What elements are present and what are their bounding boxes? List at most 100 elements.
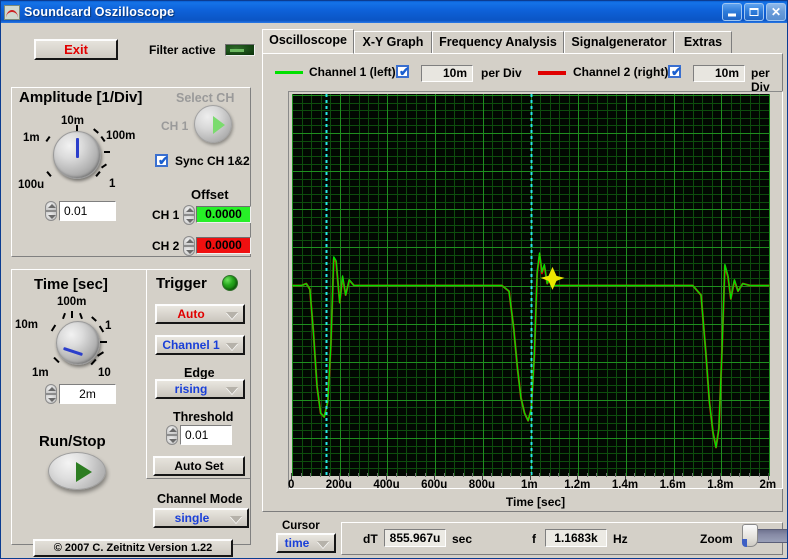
channel-mode-dropdown[interactable]: single <box>153 508 249 528</box>
channel1-enable-checkbox[interactable] <box>396 64 410 80</box>
window-title: Soundcard Oszilloscope <box>24 5 175 19</box>
x-axis-minor-tick <box>548 473 550 477</box>
time-value-field[interactable]: 2m <box>59 384 116 404</box>
channel-mode-value: single <box>174 511 210 525</box>
trigger-mode-dropdown[interactable]: Auto <box>155 304 245 324</box>
frequency-value[interactable]: 1.1683k <box>545 529 607 547</box>
x-axis-tick-label: 600u <box>421 479 448 491</box>
trigger-edge-dropdown[interactable]: rising <box>155 379 245 399</box>
time-knob[interactable] <box>56 321 100 365</box>
x-axis-tick-label: 1.4m <box>611 479 639 491</box>
x-axis-minor-tick <box>443 473 445 477</box>
x-axis-minor-tick <box>710 473 712 477</box>
maximize-button[interactable] <box>744 3 764 21</box>
time-knob-label-1m: 1m <box>32 367 49 379</box>
dt-label: dT <box>363 532 378 546</box>
amplitude-knob-label-1: 1 <box>109 178 116 190</box>
dt-value[interactable]: 855.967u <box>384 529 446 547</box>
x-axis-tick-label: 1.6m <box>659 479 686 491</box>
channel2-enable-checkbox[interactable] <box>668 64 682 80</box>
x-axis-tick-label: 1m <box>521 479 538 491</box>
run-stop-button[interactable] <box>48 452 106 490</box>
close-button[interactable]: ✕ <box>766 3 786 21</box>
select-ch-title: Select CH <box>176 91 235 105</box>
zoom-slider-thumb[interactable] <box>742 524 758 547</box>
amplitude-spinner[interactable] <box>45 201 57 221</box>
tab-extras[interactable]: Extras <box>674 31 732 54</box>
offset-ch1-spinner[interactable] <box>183 205 195 225</box>
amplitude-knob[interactable] <box>53 131 101 179</box>
channel2-color-swatch <box>538 71 566 75</box>
x-axis-minor-tick <box>539 473 540 477</box>
x-axis-minor-tick <box>357 473 359 477</box>
waveform-graph[interactable] <box>288 91 783 489</box>
app-waveform-icon <box>4 4 20 20</box>
minimize-button[interactable] <box>722 3 742 21</box>
x-axis-minor-tick <box>424 473 426 477</box>
x-axis-minor-tick <box>586 473 588 477</box>
offset-ch1-label: CH 1 <box>152 208 180 222</box>
time-knob-label-10: 10 <box>98 367 111 379</box>
select-ch-value: CH 1 <box>161 119 189 133</box>
offset-ch1-value[interactable]: 0.0000 <box>196 206 251 223</box>
x-axis-minor-tick <box>653 473 655 477</box>
channel2-per-div-value[interactable]: 10m <box>693 65 745 82</box>
trigger-mode-value: Auto <box>177 307 205 321</box>
tab-frequency-analysis[interactable]: Frequency Analysis <box>432 31 564 54</box>
zoom-label: Zoom <box>700 532 733 546</box>
x-axis-minor-tick <box>453 473 455 477</box>
x-axis-tick-label: 0 <box>288 479 295 491</box>
amplitude-knob-label-100u: 100u <box>18 179 45 191</box>
waveform-canvas[interactable] <box>292 94 770 476</box>
knob-tick <box>100 341 107 343</box>
x-axis-minor-tick <box>596 473 598 477</box>
channel1-color-swatch <box>275 71 303 74</box>
filter-active-led <box>225 44 255 56</box>
auto-set-button[interactable]: Auto Set <box>153 456 245 476</box>
x-axis-tick-label: 800u <box>468 479 496 491</box>
x-axis-minor-tick <box>405 473 407 477</box>
chevron-down-icon <box>230 516 242 523</box>
x-axis-minor-tick <box>300 473 302 477</box>
trigger-threshold-spinner[interactable] <box>166 425 178 445</box>
trigger-edge-value: rising <box>174 382 208 396</box>
channel1-per-div-label: per Div <box>481 66 522 80</box>
x-axis-minor-tick <box>348 473 350 477</box>
time-spinner[interactable] <box>45 384 57 404</box>
trigger-source-dropdown[interactable]: Channel 1 <box>155 335 245 355</box>
cursor-mode-dropdown[interactable]: time <box>276 533 336 553</box>
trigger-led <box>222 275 238 291</box>
time-title: Time [sec] <box>34 276 108 293</box>
x-axis-minor-tick <box>510 473 512 477</box>
exit-button[interactable]: Exit <box>34 39 118 60</box>
sync-channels-checkbox[interactable] <box>155 153 169 169</box>
trigger-threshold-title: Threshold <box>173 410 234 424</box>
dt-unit: sec <box>452 532 473 546</box>
x-axis-minor-tick <box>567 473 569 477</box>
select-ch-knob[interactable] <box>194 105 232 143</box>
offset-ch2-value[interactable]: 0.0000 <box>196 237 251 254</box>
offset-ch2-spinner[interactable] <box>183 236 195 256</box>
x-axis-tick-label: 200u <box>325 479 352 491</box>
trigger-source-value: Channel 1 <box>162 338 220 352</box>
sync-channels-label: Sync CH 1&2 <box>175 154 250 168</box>
x-axis-minor-tick <box>691 473 693 477</box>
tab-xy-graph[interactable]: X-Y Graph <box>354 31 432 54</box>
knob-tick <box>104 151 110 153</box>
knob-tick <box>76 125 78 131</box>
tab-signalgenerator[interactable]: Signalgenerator <box>564 31 674 54</box>
x-axis-minor-tick <box>558 473 560 477</box>
chevron-down-icon <box>317 541 329 548</box>
x-axis-minor-tick <box>395 473 397 477</box>
x-axis-tick-label: 400u <box>373 479 400 491</box>
amplitude-value-field[interactable]: 0.01 <box>59 201 116 221</box>
x-axis-minor-tick <box>520 473 521 477</box>
tab-oscilloscope[interactable]: Oscilloscope <box>262 29 354 54</box>
x-axis-tick-label: 2m <box>759 479 777 491</box>
trigger-threshold-value[interactable]: 0.01 <box>180 425 232 445</box>
channel1-per-div-value[interactable]: 10m <box>421 65 473 82</box>
x-axis-minor-tick <box>462 473 464 477</box>
amplitude-knob-label-100m: 100m <box>106 130 136 142</box>
oscilloscope-tab-panel: Channel 1 (left) 10m per Div Channel 2 (… <box>262 53 783 512</box>
chevron-down-icon <box>226 312 238 319</box>
